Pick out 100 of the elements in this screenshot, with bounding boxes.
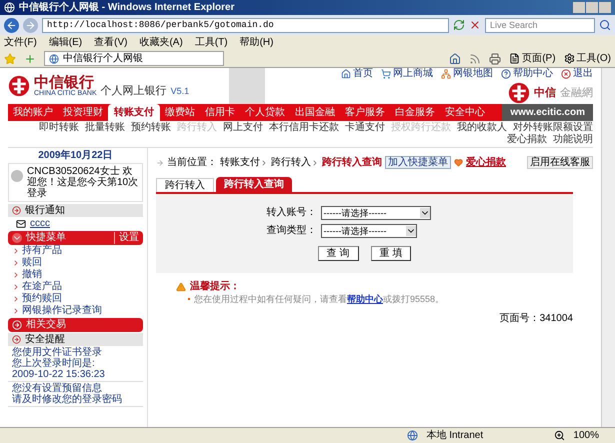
security-note: 请及时修改您的登录密码 xyxy=(12,394,123,405)
toolbar-menu-button[interactable]: 页面(P) xyxy=(509,52,556,64)
collapse-icon[interactable] xyxy=(12,233,22,243)
nav-tab[interactable]: 白金服务 xyxy=(390,104,440,121)
bank-name: 中信银行 xyxy=(34,75,94,90)
breadcrumb-label: 当前位置： xyxy=(167,156,217,168)
browser-tab[interactable]: 中信银行个人网银 xyxy=(44,51,224,66)
address-field[interactable]: http://localhost:8086/perbank5/gotomain.do xyxy=(42,18,449,32)
nav-tab[interactable]: 个人贷款 xyxy=(240,104,290,121)
back-icon[interactable] xyxy=(4,18,19,32)
section-title: 安全提醒 xyxy=(25,334,65,346)
toolbar-menu-button[interactable]: 工具(O) xyxy=(564,52,611,64)
menu-item[interactable]: 查看(V) xyxy=(94,36,128,48)
mail-icon xyxy=(16,218,26,228)
quick-menu-item[interactable]: 网银操作记录查询 xyxy=(22,305,102,317)
partner-name: 中信 xyxy=(534,87,556,99)
add-shortcut-button[interactable]: 加入快捷菜单 xyxy=(385,156,451,169)
help-center-link[interactable]: 帮助中心 xyxy=(347,294,383,304)
select-field[interactable]: ------请选择------ xyxy=(320,224,416,238)
content-tab[interactable]: 跨行转入 xyxy=(156,178,214,192)
feeds-icon[interactable] xyxy=(469,52,482,64)
subnav-link[interactable]: 即时转账 xyxy=(39,122,79,134)
quick-menu-item[interactable]: 预约赎回 xyxy=(22,293,62,305)
menu-item[interactable]: 文件(F) xyxy=(4,36,37,48)
nav-tab[interactable]: 投资理财 xyxy=(58,104,108,121)
field-label: 查询类型： xyxy=(266,225,316,237)
nav-tab[interactable]: 客户服务 xyxy=(340,104,390,121)
nav-tab[interactable]: 出国金融 xyxy=(290,104,340,121)
content-tab[interactable]: 跨行转入查询 xyxy=(216,177,292,192)
subnav-link[interactable]: 爱心捐款 xyxy=(507,134,547,146)
search-field[interactable]: Live Search xyxy=(485,18,595,32)
quick-menu-item[interactable]: 赎回 xyxy=(22,257,42,269)
settings-link[interactable]: 设置 xyxy=(114,232,139,244)
notice-link[interactable]: cccc xyxy=(30,218,50,230)
breadcrumb-item[interactable]: 转账支付 xyxy=(220,156,260,168)
bullet-icon xyxy=(12,271,20,279)
page-number: 页面号：341004 xyxy=(500,313,573,325)
quick-menu-item[interactable]: 在途产品 xyxy=(22,281,62,293)
chevron-icon xyxy=(311,158,319,166)
page-icon xyxy=(509,53,520,64)
cart-icon xyxy=(381,69,391,79)
subnav-link[interactable]: 本行信用卡还款 xyxy=(269,122,339,134)
security-note: 2009-10-22 15:36:23 xyxy=(12,369,106,380)
site-address: www.ecitic.com xyxy=(502,104,593,121)
security-note: 您没有设置预留信息 xyxy=(12,383,102,394)
partner-suffix: 金融網 xyxy=(560,87,593,99)
date-label: 2009年10月22日 xyxy=(37,150,114,162)
bullet-icon xyxy=(12,283,20,291)
stop-icon[interactable] xyxy=(469,19,481,31)
subnav-link[interactable]: 功能说明 xyxy=(553,134,593,146)
nav-tab[interactable]: 我的账户 xyxy=(8,104,58,121)
zoom-icon[interactable] xyxy=(554,430,566,441)
related-title: 相关交易 xyxy=(26,319,66,331)
header-link[interactable]: 退出 xyxy=(573,68,593,80)
refresh-icon[interactable] xyxy=(453,19,465,31)
network-icon xyxy=(441,69,451,79)
location-icon xyxy=(156,158,164,166)
header-link[interactable]: 网银地图 xyxy=(453,68,493,80)
nav-tab[interactable]: 信用卡 xyxy=(200,104,240,121)
online-service-button[interactable]: 启用在线客服 xyxy=(527,156,593,169)
settings-icon xyxy=(564,53,575,64)
scrollbar[interactable] xyxy=(601,68,615,427)
chevron-icon xyxy=(260,158,268,166)
breadcrumb-item[interactable]: 跨行转入 xyxy=(271,156,311,168)
quick-menu-item[interactable]: 持有产品 xyxy=(22,245,62,257)
nav-tab[interactable]: 缴费站 xyxy=(160,104,200,121)
subnav-link[interactable]: 卡通支付 xyxy=(345,122,385,134)
subnav-link[interactable]: 预约转账 xyxy=(131,122,171,134)
nav-tab[interactable]: 转账支付 xyxy=(108,104,160,121)
subnav-link[interactable]: 批量转账 xyxy=(85,122,125,134)
select-field[interactable]: ------请选择------ xyxy=(320,206,430,220)
subnav-link[interactable]: 网上支付 xyxy=(223,122,263,134)
security-note: 您使用文件证书登录 xyxy=(12,347,103,358)
heart-icon xyxy=(454,158,463,167)
menu-item[interactable]: 收藏夹(A) xyxy=(139,36,183,48)
field-label: 转入账号： xyxy=(266,207,316,219)
security-note: 您上次登录时间是: xyxy=(12,358,96,369)
zoom-level[interactable]: 100% xyxy=(573,430,611,442)
donate-link[interactable]: 爱心捐款 xyxy=(466,156,506,168)
bullet-icon xyxy=(12,307,20,315)
menu-item[interactable]: 帮助(H) xyxy=(240,36,274,48)
form-button[interactable]: 重 填 xyxy=(370,246,412,261)
quick-menu-item[interactable]: 撤销 xyxy=(22,269,42,281)
menu-item[interactable]: 编辑(E) xyxy=(48,36,82,48)
form-button[interactable]: 查 询 xyxy=(318,246,358,261)
help-icon xyxy=(501,69,511,79)
header-link[interactable]: 首页 xyxy=(353,68,373,80)
add-favorite-icon[interactable] xyxy=(24,52,36,64)
page-icon xyxy=(49,54,59,64)
menu-item[interactable]: 工具(T) xyxy=(194,36,228,48)
browser-icon xyxy=(4,2,15,13)
search-icon[interactable] xyxy=(599,19,611,31)
bullet-icon xyxy=(12,259,20,267)
home-icon[interactable] xyxy=(449,52,462,64)
print-icon[interactable] xyxy=(489,52,502,64)
subnav-link[interactable]: 我的收款人 xyxy=(457,122,507,134)
subnav-link[interactable]: 对外转账限额设置 xyxy=(513,122,593,134)
expand-icon[interactable] xyxy=(12,320,22,330)
section-title: 银行通知 xyxy=(25,204,65,216)
nav-tab[interactable]: 安全中心 xyxy=(440,104,490,121)
